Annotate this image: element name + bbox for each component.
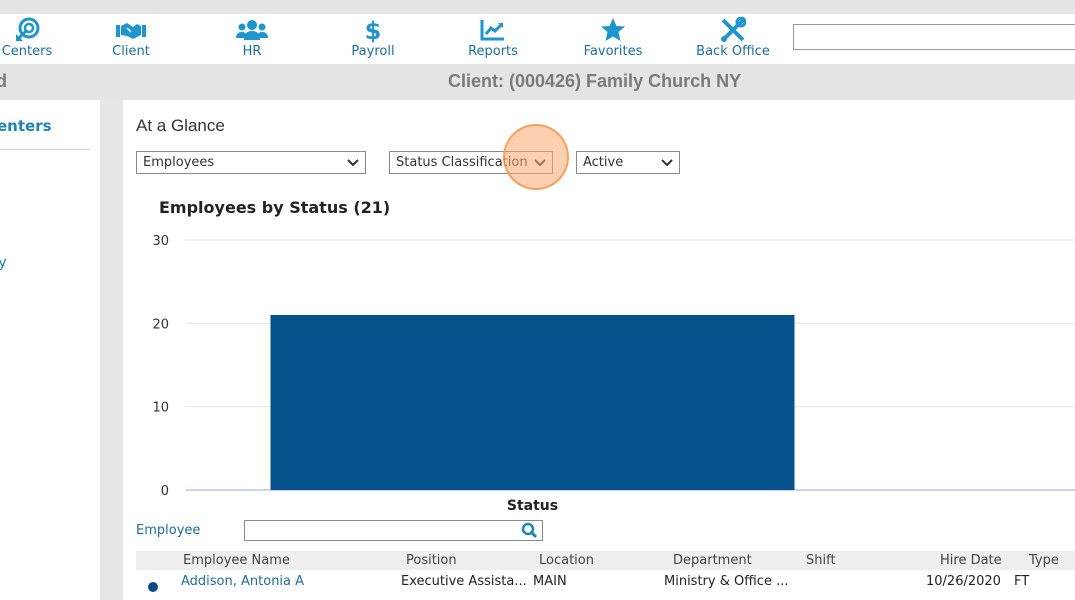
table-header: Employee Name Position Location Departme… [136, 551, 1075, 570]
gutter [100, 100, 123, 600]
nav-item-payroll[interactable]: $ Payroll [343, 14, 403, 64]
page-title-fragment: d [0, 71, 7, 91]
x-category-label: Status [507, 498, 558, 514]
dollar-icon: $ [364, 16, 382, 44]
y-tick-label: 10 [152, 401, 169, 416]
cell-hire-date: 10/26/2020 [926, 574, 1001, 589]
nav-item-hr[interactable]: HR [222, 14, 282, 64]
chart-title: Employees by Status (21) [159, 198, 391, 217]
employee-name-link[interactable]: Addison, Antonia A [181, 574, 304, 589]
y-tick-label: 0 [161, 484, 169, 499]
cell-location: MAIN [533, 574, 567, 589]
client-bar: d Client: (000426) Family Church NY [0, 64, 1075, 100]
target-arrow-icon [14, 16, 40, 44]
page-title: At a Glance [136, 116, 225, 135]
client-title: Client: (000426) Family Church NY [448, 71, 742, 91]
status-dot-icon [148, 582, 158, 592]
bar-status [270, 315, 795, 490]
chart-line-icon [480, 16, 506, 44]
nav-label: Favorites [583, 44, 643, 59]
users-icon [236, 16, 268, 44]
nav-item-back-office[interactable]: Back Office [693, 14, 773, 64]
column-header-type[interactable]: Type [1029, 553, 1059, 568]
table-row[interactable]: Addison, Antonia A Executive Assista... … [136, 571, 1075, 595]
cell-department: Ministry & Office ... [664, 574, 789, 589]
column-header-shift[interactable]: Shift [806, 553, 836, 568]
sidebar: enters y [0, 100, 100, 600]
top-navbar: Centers Client HR $ Payroll Reports Favo… [0, 14, 1075, 64]
cell-position: Executive Assista... [401, 574, 527, 589]
employee-search-field[interactable] [244, 520, 543, 541]
y-tick-label: 30 [152, 234, 169, 249]
nav-label: Centers [1, 44, 53, 59]
nav-label: HR [242, 44, 262, 59]
nav-item-favorites[interactable]: Favorites [578, 14, 648, 64]
star-icon [600, 16, 626, 44]
chevron-down-icon [346, 152, 360, 173]
column-header-department[interactable]: Department [673, 553, 752, 568]
group-by-select[interactable]: Status Classification [389, 151, 553, 174]
column-header-position[interactable]: Position [406, 553, 457, 568]
employee-filter-label: Employee [136, 523, 201, 538]
column-header-hire-date[interactable]: Hire Date [940, 553, 1002, 568]
cell-type: FT [1014, 574, 1030, 589]
column-header-location[interactable]: Location [539, 553, 594, 568]
dataset-select-value: Employees [143, 155, 215, 170]
dataset-select[interactable]: Employees [136, 151, 366, 174]
main-panel: At a Glance Employees Status Classificat… [123, 100, 1075, 600]
search-icon[interactable] [521, 522, 538, 544]
nav-item-reports[interactable]: Reports [463, 14, 523, 64]
sidebar-link[interactable]: y [0, 253, 7, 271]
y-tick-label: 20 [152, 317, 169, 332]
status-select-value: Active [583, 155, 624, 170]
nav-item-client[interactable]: Client [101, 14, 161, 64]
nav-label: Payroll [351, 44, 395, 59]
global-search-input[interactable] [793, 24, 1075, 50]
status-select[interactable]: Active [576, 151, 680, 174]
svg-text:$: $ [365, 17, 382, 43]
group-by-select-value: Status Classification [396, 155, 528, 170]
chevron-down-icon [660, 152, 674, 173]
nav-label: Client [112, 44, 150, 59]
sidebar-heading[interactable]: enters [0, 117, 52, 135]
top-strip [0, 0, 1075, 14]
column-header-employee-name[interactable]: Employee Name [183, 553, 290, 568]
chevron-down-icon [533, 152, 547, 173]
nav-item-centers[interactable]: Centers [0, 14, 62, 64]
employee-search-input[interactable] [248, 521, 518, 540]
tools-icon [720, 16, 746, 44]
nav-label: Reports [468, 44, 518, 59]
status-bar-chart: 0 10 20 30 Status [152, 234, 1075, 514]
sidebar-divider [0, 149, 90, 150]
nav-label: Back Office [696, 44, 770, 59]
handshake-icon [115, 16, 147, 44]
